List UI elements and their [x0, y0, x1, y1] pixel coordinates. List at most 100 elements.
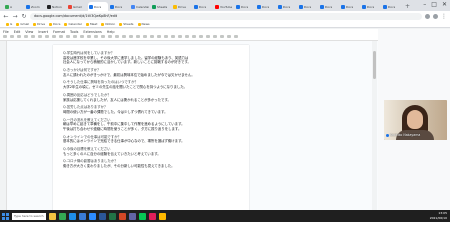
participant-video-tile[interactable]: Sachiko Nakayama [384, 100, 447, 140]
bookmark-item[interactable]: Notion [101, 22, 115, 26]
toolbar-tool-icon[interactable] [108, 35, 112, 38]
chrome-icon[interactable] [59, 212, 66, 220]
minimize-icon[interactable]: – [423, 1, 426, 8]
toolbar-tool-icon[interactable] [52, 35, 56, 38]
mail-icon[interactable] [79, 212, 86, 220]
windows-start-icon[interactable] [2, 212, 9, 220]
bookmark-item[interactable]: Docs [49, 22, 60, 26]
back-icon[interactable]: ← [3, 13, 9, 20]
powerpoint-icon[interactable] [119, 212, 126, 220]
toolbar-tool-icon[interactable] [171, 35, 175, 38]
browser-tab[interactable]: Docs [361, 2, 381, 11]
toolbar-tool-icon[interactable] [227, 35, 231, 38]
toolbar-tool-icon[interactable] [45, 35, 49, 38]
toolbar-tool-icon[interactable] [143, 35, 147, 38]
extensions-icon[interactable] [425, 13, 430, 19]
browser-menu-icon[interactable]: ⋮ [441, 13, 447, 20]
tab-favicon-icon [68, 4, 72, 9]
taskbar-search-input[interactable]: Type here to search [12, 212, 46, 220]
toolbar-tool-icon[interactable] [94, 35, 98, 38]
toolbar-tool-icon[interactable] [17, 35, 21, 38]
new-tab-icon[interactable]: + [405, 4, 411, 10]
notes-icon[interactable] [159, 212, 166, 220]
browser-tab[interactable]: Calendar [130, 2, 150, 11]
toolbar-tool-icon[interactable] [213, 35, 217, 38]
browser-tab[interactable]: Docs [256, 2, 276, 11]
excel-icon[interactable] [109, 212, 116, 220]
scrollbar-thumb[interactable] [373, 51, 376, 79]
toolbar-tool-icon[interactable] [220, 35, 224, 38]
browser-tab[interactable]: Zoom [25, 2, 45, 11]
toolbar-tool-icon[interactable] [87, 35, 91, 38]
toolbar-tool-icon[interactable] [101, 35, 105, 38]
toolbar-tool-icon[interactable] [73, 35, 77, 38]
toolbar-tool-icon[interactable] [66, 35, 70, 38]
address-bar[interactable]: docs.google.com/document/d/1tV3QwKp8hF/e… [30, 12, 422, 20]
forward-icon[interactable]: → [12, 13, 18, 20]
toolbar-tool-icon[interactable] [122, 35, 126, 38]
maximize-icon[interactable]: □ [431, 1, 437, 8]
edge-icon[interactable] [69, 212, 76, 220]
word-icon[interactable] [99, 212, 106, 220]
document-body[interactable]: Q.学生時代は何をしていますか？ 高校は進学校を卒業し、その後大学に進学しました。… [63, 51, 239, 169]
toolbar-tool-icon[interactable] [234, 35, 238, 38]
toolbar-tool-icon[interactable] [157, 35, 161, 38]
toolbar-tool-icon[interactable] [129, 35, 133, 38]
browser-tab[interactable]: Docs [382, 2, 402, 11]
browser-tab[interactable]: Docs [235, 2, 255, 11]
line-icon[interactable] [139, 212, 146, 220]
browser-tab[interactable]: Notion [46, 2, 66, 11]
system-tray-clock[interactable]: 13:05 2021/06/10 [430, 211, 447, 220]
bookmark-item[interactable]: Drive [33, 22, 45, 26]
toolbar-tool-icon[interactable] [80, 35, 84, 38]
tab-label: Docs [388, 4, 396, 9]
toolbar-tool-icon[interactable] [10, 35, 14, 38]
toolbar-tool-icon[interactable] [115, 35, 119, 38]
document-page[interactable]: Q.学生時代は何をしていますか？ 高校は進学校を卒業し、その後大学に進学しました。… [53, 45, 249, 210]
bookmark-item[interactable]: Calendar [64, 22, 82, 26]
bookmark-item[interactable]: G [6, 22, 12, 26]
tab-favicon-icon [320, 4, 324, 9]
browser-tab[interactable]: Docs [298, 2, 318, 11]
toolbar-tool-icon[interactable] [150, 35, 154, 38]
close-icon[interactable]: ✕ [442, 1, 447, 8]
file-explorer-icon[interactable] [49, 212, 56, 220]
browser-tab[interactable]: Docs [109, 2, 129, 11]
toolbar-tool-icon[interactable] [31, 35, 35, 38]
slack-icon[interactable] [149, 212, 156, 220]
browser-tab[interactable]: A [4, 2, 24, 11]
toolbar-tool-icon[interactable] [38, 35, 42, 38]
browser-toolbar: ← → ↻ docs.google.com/document/d/1tV3QwK… [0, 11, 450, 21]
browser-tab[interactable]: Gmail [67, 2, 87, 11]
desktop-screen: A Zoom Notion Gmail Docs Docs Calendar Sheets Dr… [0, 0, 450, 250]
bookmark-item[interactable]: News [137, 22, 150, 26]
reload-icon[interactable]: ↻ [21, 13, 27, 20]
bookmark-item[interactable]: Gmail [16, 22, 29, 26]
bookmark-item[interactable]: Meet [85, 22, 97, 26]
browser-tab[interactable]: Docs [277, 2, 297, 11]
browser-tab[interactable]: Docs [319, 2, 339, 11]
tab-favicon-icon [131, 4, 135, 9]
toolbar-tool-icon[interactable] [199, 35, 203, 38]
browser-tab[interactable]: Sheets [151, 2, 171, 11]
toolbar-tool-icon[interactable] [136, 35, 140, 38]
bookmark-item[interactable]: Sheets [119, 22, 134, 26]
browser-tab[interactable]: Docs [193, 2, 213, 11]
tab-label: Sheets [157, 4, 168, 9]
toolbar-tool-icon[interactable] [185, 35, 189, 38]
browser-tab[interactable]: YouTube [214, 2, 234, 11]
toolbar-tool-icon[interactable] [3, 35, 7, 38]
zoom-icon[interactable] [89, 212, 96, 220]
profile-avatar-icon[interactable] [433, 13, 438, 19]
toolbar-tool-icon[interactable] [178, 35, 182, 38]
toolbar-tool-icon[interactable] [206, 35, 210, 38]
document-scrollbar[interactable] [372, 41, 377, 210]
browser-tab[interactable]: Docs [88, 2, 108, 11]
teams-icon[interactable] [129, 212, 136, 220]
toolbar-tool-icon[interactable] [192, 35, 196, 38]
toolbar-tool-icon[interactable] [24, 35, 28, 38]
browser-tab[interactable]: Docs [340, 2, 360, 11]
toolbar-tool-icon[interactable] [164, 35, 168, 38]
toolbar-tool-icon[interactable] [59, 35, 63, 38]
browser-tab[interactable]: Drive [172, 2, 192, 11]
